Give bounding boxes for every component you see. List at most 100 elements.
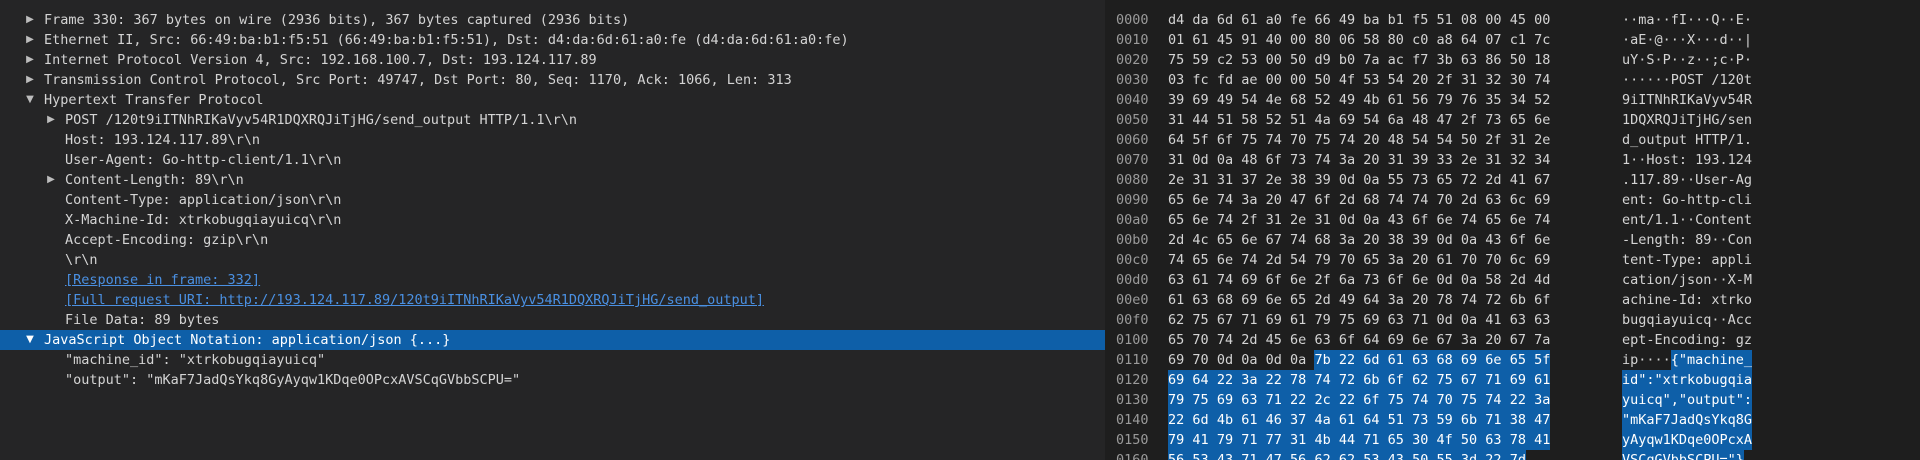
hex-byte[interactable]: 61 (1338, 410, 1356, 430)
hex-byte[interactable]: 6f (1363, 390, 1380, 410)
hex-byte[interactable]: 2d (1461, 190, 1477, 210)
hex-byte[interactable]: 4f (1436, 430, 1453, 450)
tree-row[interactable]: ▶ POST /120t9iITNhRIKaVyv54R1DQXRQJiTjHG/… (0, 110, 1105, 130)
hex-byte[interactable]: ae (1241, 70, 1257, 90)
hex-byte[interactable]: 58 (1241, 110, 1257, 130)
hex-byte[interactable]: 6e (1436, 210, 1452, 230)
hex-byte[interactable]: 70 (1192, 350, 1208, 370)
hex-byte[interactable]: 2f (1485, 130, 1501, 150)
hex-byte[interactable]: 68 (1436, 350, 1453, 370)
hex-ascii[interactable]: ······POST /120t (1622, 70, 1752, 90)
hex-byte[interactable]: 6d (1192, 410, 1209, 430)
hex-byte[interactable]: 00 (1534, 10, 1550, 30)
hex-byte[interactable]: 71 (1363, 430, 1380, 450)
hex-byte[interactable]: 6e (1534, 230, 1550, 250)
hex-byte[interactable]: 22 (1485, 450, 1502, 460)
hex-byte[interactable]: 6f (1388, 270, 1404, 290)
tree-row[interactable]: X-Machine-Id: xtrkobugqiayuicq\r\n (0, 210, 1105, 230)
hex-byte[interactable]: 07 (1485, 30, 1501, 50)
hex-byte[interactable]: 7b (1314, 350, 1331, 370)
hex-ascii[interactable]: ept-Encoding: gz (1622, 330, 1752, 350)
hex-byte[interactable]: 45 (1510, 10, 1526, 30)
hex-byte[interactable]: 47 (1265, 450, 1282, 460)
hex-byte[interactable]: 08 (1461, 10, 1477, 30)
hex-byte[interactable]: 70 (1485, 250, 1501, 270)
hex-byte[interactable]: 51 (1217, 110, 1233, 130)
hex-byte[interactable]: 63 (1192, 290, 1208, 310)
hex-byte[interactable]: 46 (1265, 410, 1282, 430)
hex-byte[interactable]: 6e (1534, 110, 1550, 130)
hex-byte[interactable]: 73 (1412, 170, 1428, 190)
hex-byte[interactable]: 70 (1461, 250, 1477, 270)
hex-byte[interactable]: 69 (1168, 370, 1185, 390)
hex-byte[interactable]: 0a (1363, 210, 1379, 230)
hex-byte[interactable]: 0a (1241, 350, 1257, 370)
hex-byte[interactable]: 38 (1388, 230, 1404, 250)
hex-byte[interactable]: 43 (1388, 210, 1404, 230)
hex-byte[interactable]: 74 (1290, 230, 1306, 250)
hex-byte[interactable]: 44 (1338, 430, 1356, 450)
hex-byte[interactable]: 50 (1510, 50, 1526, 70)
hex-byte[interactable]: 63 (1314, 330, 1330, 350)
hex-byte[interactable]: 0d (1192, 150, 1208, 170)
hex-byte[interactable]: 22 (1265, 370, 1282, 390)
hex-byte[interactable]: 63 (1485, 430, 1502, 450)
hex-byte[interactable]: c1 (1510, 30, 1526, 50)
hex-byte[interactable]: 6e (1412, 330, 1428, 350)
hex-ascii[interactable]: ent: Go-http-cli (1622, 190, 1752, 210)
hex-byte[interactable]: da (1192, 10, 1208, 30)
hex-byte[interactable]: 20 (1363, 130, 1379, 150)
hex-byte[interactable]: 0a (1290, 350, 1306, 370)
hex-byte[interactable]: 65 (1168, 330, 1184, 350)
hex-byte[interactable]: 69 (1241, 270, 1257, 290)
hex-byte[interactable]: 32 (1510, 150, 1526, 170)
hex-byte[interactable]: 61 (1241, 410, 1258, 430)
expand-arrow-icon[interactable]: ▶ (45, 110, 57, 130)
hex-byte[interactable]: 69 (1241, 290, 1257, 310)
hex-byte[interactable]: 62 (1314, 450, 1331, 460)
hex-byte[interactable]: 31 (1510, 130, 1526, 150)
hex-byte[interactable]: 18 (1534, 50, 1550, 70)
hex-byte[interactable]: 54 (1412, 130, 1428, 150)
hex-byte[interactable]: 3a (1339, 150, 1355, 170)
hex-byte[interactable]: 43 (1485, 230, 1501, 250)
hex-byte[interactable]: 5f (1534, 350, 1551, 370)
hex-byte[interactable]: 65 (1168, 190, 1184, 210)
hex-ascii[interactable]: yAyqw1KDqe0OPcxA (1622, 430, 1753, 450)
hex-byte[interactable]: f7 (1412, 50, 1428, 70)
hex-byte[interactable]: 2e (1266, 170, 1282, 190)
hex-byte[interactable]: 61 (1290, 310, 1306, 330)
hex-byte[interactable]: 6e (1266, 290, 1282, 310)
hex-byte[interactable]: 0d (1339, 170, 1355, 190)
hex-byte[interactable]: fc (1192, 70, 1208, 90)
tree-row[interactable]: ▼ Hypertext Transfer Protocol (0, 90, 1105, 110)
hex-byte[interactable]: 74 (1388, 190, 1404, 210)
hex-byte[interactable]: 65 (1510, 110, 1526, 130)
hex-byte[interactable]: 6f (1339, 330, 1355, 350)
tree-row-link[interactable]: [Response in frame: 332] (65, 270, 260, 290)
hex-byte[interactable]: 32 (1485, 70, 1501, 90)
expand-arrow-icon[interactable]: ▶ (24, 10, 36, 30)
hex-byte[interactable]: 6e (1290, 270, 1306, 290)
hex-byte[interactable]: 2d (1266, 250, 1282, 270)
hex-byte[interactable]: 49 (1339, 290, 1355, 310)
hex-byte[interactable]: 54 (1363, 110, 1379, 130)
hex-byte[interactable]: 45 (1266, 330, 1282, 350)
hex-byte[interactable]: 6f (1314, 190, 1330, 210)
hex-byte[interactable]: 74 (1412, 390, 1429, 410)
hex-byte[interactable]: 74 (1314, 150, 1330, 170)
hex-byte[interactable]: 00 (1266, 70, 1282, 90)
hex-ascii[interactable]: ··ma··fI···Q··E· (1622, 10, 1752, 30)
hex-byte[interactable]: c2 (1217, 50, 1233, 70)
hex-byte[interactable]: 59 (1436, 410, 1453, 430)
hex-byte[interactable]: 67 (1217, 310, 1233, 330)
hex-byte[interactable]: 74 (1217, 270, 1233, 290)
hex-byte[interactable]: 0d (1217, 350, 1233, 370)
hex-byte[interactable]: 31 (1461, 70, 1477, 90)
expand-arrow-icon[interactable]: ▶ (24, 70, 36, 90)
hex-byte[interactable]: 4f (1339, 70, 1355, 90)
hex-byte[interactable]: 54 (1241, 90, 1257, 110)
hex-byte[interactable]: 72 (1461, 170, 1477, 190)
tree-row[interactable]: [Full request URI: http://193.124.117.89… (0, 290, 1105, 310)
hex-byte[interactable]: 58 (1363, 30, 1379, 50)
